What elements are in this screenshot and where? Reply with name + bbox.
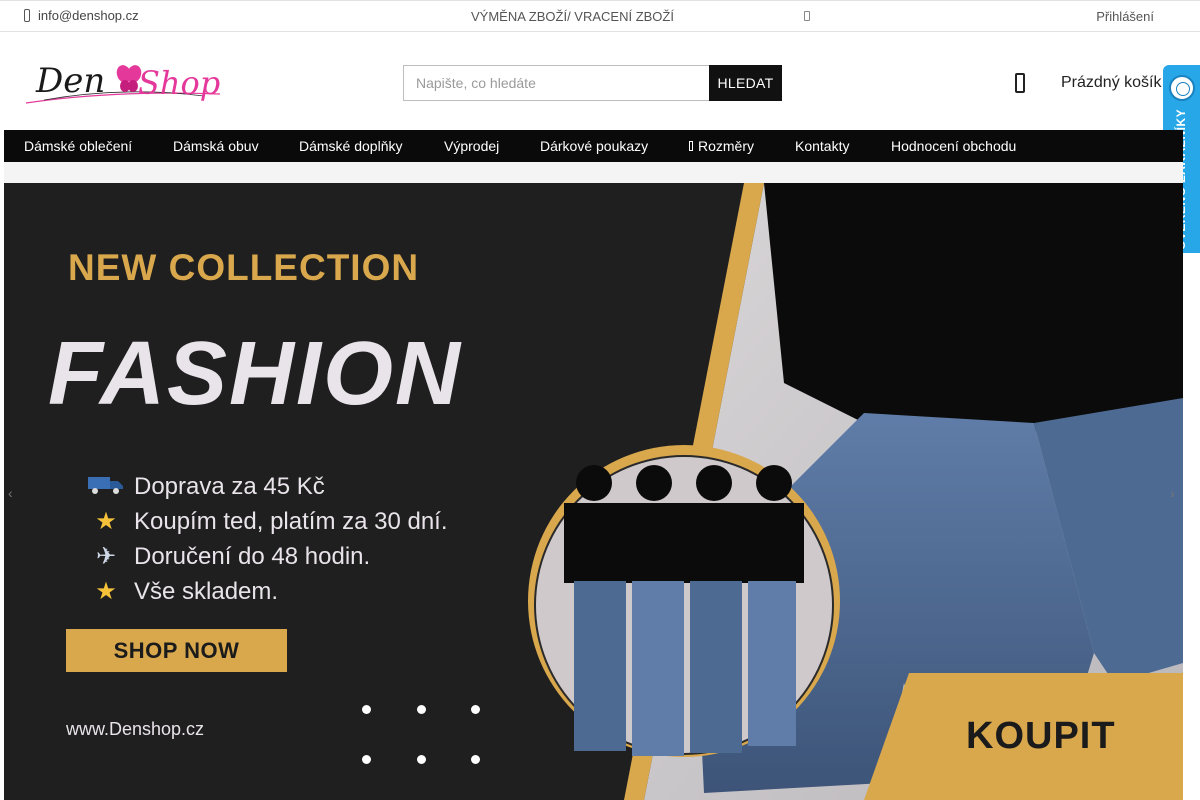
hero-feature-pay-later-text: Koupím ted, platím za 30 dní. [134,508,448,535]
logo-shop: Shop [138,64,220,102]
exchange-returns-link[interactable]: VÝMĚNA ZBOŽÍ/ VRACENÍ ZBOŽÍ [471,9,674,24]
search-form: HLEDAT [403,65,782,101]
carousel-dot[interactable] [417,755,426,764]
hero-feature-stock: ★ Vše skladem. [88,578,278,606]
search-button[interactable]: HLEDAT [709,65,782,101]
nav-item-rozmery-label: Rozměry [698,138,755,154]
hero-feature-delivery: ✈ Doručení do 48 hodin. [88,543,370,571]
carousel-dot[interactable] [471,755,480,764]
carousel-dot[interactable] [362,755,371,764]
cart-icon[interactable] [1015,73,1025,93]
top-info-bar: info@denshop.cz VÝMĚNA ZBOŽÍ/ VRACENÍ ZB… [0,0,1200,32]
nav-item-vyprodej[interactable]: Výprodej [444,138,499,154]
nav-item-damska-obuv[interactable]: Dámská obuv [173,138,259,154]
hero-subheading: NEW COLLECTION [68,247,420,288]
carousel-next-icon[interactable]: › [1170,486,1178,500]
carousel-prev-icon[interactable]: ‹ [8,486,16,500]
hero-heading: FASHION [48,324,463,424]
nav-item-hodnoceni-obchodu[interactable]: Hodnocení obchodu [891,138,1016,154]
contact-email[interactable]: info@denshop.cz [24,8,139,23]
star-icon: ★ [95,578,117,605]
truck-icon [88,474,124,500]
hero-banner[interactable]: NEW COLLECTION FASHION Doprava za 45 Kč … [4,183,1183,800]
ruler-icon [689,141,693,151]
phone-icon [24,9,30,22]
site-logo[interactable]: Den Shop [24,56,224,108]
logo-den: Den [35,61,105,101]
search-input[interactable] [403,65,709,101]
cart-label[interactable]: Prázdný košík [1061,74,1161,92]
carousel-dot[interactable] [362,705,371,714]
nav-item-darkove-poukazy[interactable]: Dárkové poukazy [540,138,648,154]
verified-seal-icon [1169,75,1195,101]
carousel-dot[interactable] [417,705,426,714]
nav-item-rozmery[interactable]: Rozměry [689,138,754,154]
nav-item-damske-obleceni[interactable]: Dámské oblečení [24,138,132,154]
hero-feature-stock-text: Vše skladem. [134,578,279,605]
hero-feature-shipping: Doprava za 45 Kč [88,473,325,501]
hero-feature-pay-later: ★ Koupím ted, platím za 30 dní. [88,508,448,536]
star-icon: ★ [95,508,117,535]
inset-models [564,465,804,756]
hero-website: www.Denshop.cz [66,719,205,739]
buy-button[interactable]: KOUPIT [966,715,1116,758]
hero-feature-delivery-text: Doručení do 48 hodin. [134,543,371,570]
email-text[interactable]: info@denshop.cz [38,8,139,23]
info-icon[interactable] [804,11,810,21]
login-link[interactable]: Přihlášení [1096,9,1154,24]
nav-item-kontakty[interactable]: Kontakty [795,138,849,154]
airplane-icon: ✈ [95,543,117,570]
nav-item-damske-doplnky[interactable]: Dámské doplňky [299,138,403,154]
main-nav: Dámské oblečení Dámská obuv Dámské doplň… [4,130,1183,162]
carousel-dot[interactable] [471,705,480,714]
shop-now-button[interactable]: SHOP NOW [66,629,287,672]
spacer-strip [4,162,1183,183]
hero-feature-shipping-text: Doprava za 45 Kč [134,473,325,500]
